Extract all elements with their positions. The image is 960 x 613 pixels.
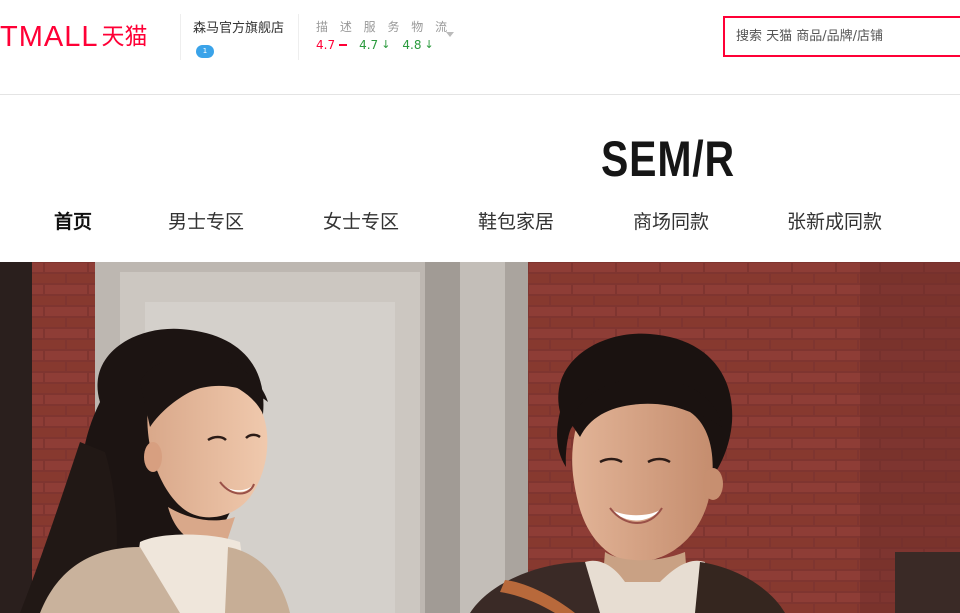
rating-logistics: 4.8 ↓: [402, 38, 433, 52]
chevron-down-icon[interactable]: [446, 32, 454, 37]
search-box[interactable]: [723, 16, 960, 57]
divider: [180, 14, 181, 60]
rating-headings: 描 述 服 务 物 流: [316, 20, 452, 34]
nav-home[interactable]: 首页: [54, 206, 92, 238]
shop-ratings: 描 述 服 务 物 流 4.7 4.7 ↓ 4.8 ↓: [316, 18, 452, 52]
shop-name[interactable]: 森马官方旗舰店: [193, 17, 284, 36]
tmall-logo-latin: TMALL: [0, 21, 99, 53]
rating-description-value: 4.7: [316, 38, 336, 52]
nav-shoes-bags-home[interactable]: 鞋包家居: [478, 206, 554, 238]
tmall-logo[interactable]: TMALL 天猫: [0, 20, 147, 54]
nav-women[interactable]: 女士专区: [323, 206, 399, 238]
rating-logistics-value: 4.8: [402, 38, 422, 52]
nav-men[interactable]: 男士专区: [168, 206, 244, 238]
search-input[interactable]: [725, 18, 960, 55]
arrow-down-icon: ↓: [381, 38, 391, 51]
hero-banner[interactable]: [0, 262, 960, 613]
shop-level-badge: 1: [196, 45, 214, 58]
tmall-logo-cn: 天猫: [101, 24, 148, 50]
divider: [298, 14, 299, 60]
rating-description: 4.7: [316, 38, 348, 52]
shop-nav: 首页 男士专区 女士专区 鞋包家居 商场同款 张新成同款: [0, 206, 960, 240]
top-bar: TMALL 天猫 森马官方旗舰店 1 描 述 服 务 物 流 4.7 4.7 ↓…: [0, 0, 960, 95]
rating-service: 4.7 ↓: [359, 38, 390, 52]
nav-mall-same[interactable]: 商场同款: [633, 206, 709, 238]
rating-values: 4.7 4.7 ↓ 4.8 ↓: [316, 38, 446, 52]
hero-banner-image: [0, 262, 960, 613]
nav-celebrity-same[interactable]: 张新成同款: [787, 206, 882, 238]
rating-service-value: 4.7: [359, 38, 379, 52]
shop-info[interactable]: 森马官方旗舰店 1: [193, 17, 284, 58]
equal-dash-icon: [339, 44, 348, 46]
semir-logo[interactable]: SEM/R: [601, 130, 735, 188]
arrow-down-icon: ↓: [424, 38, 434, 51]
shop-brand-header: SEM/R 首页 男士专区 女士专区 鞋包家居 商场同款 张新成同款: [0, 96, 960, 262]
